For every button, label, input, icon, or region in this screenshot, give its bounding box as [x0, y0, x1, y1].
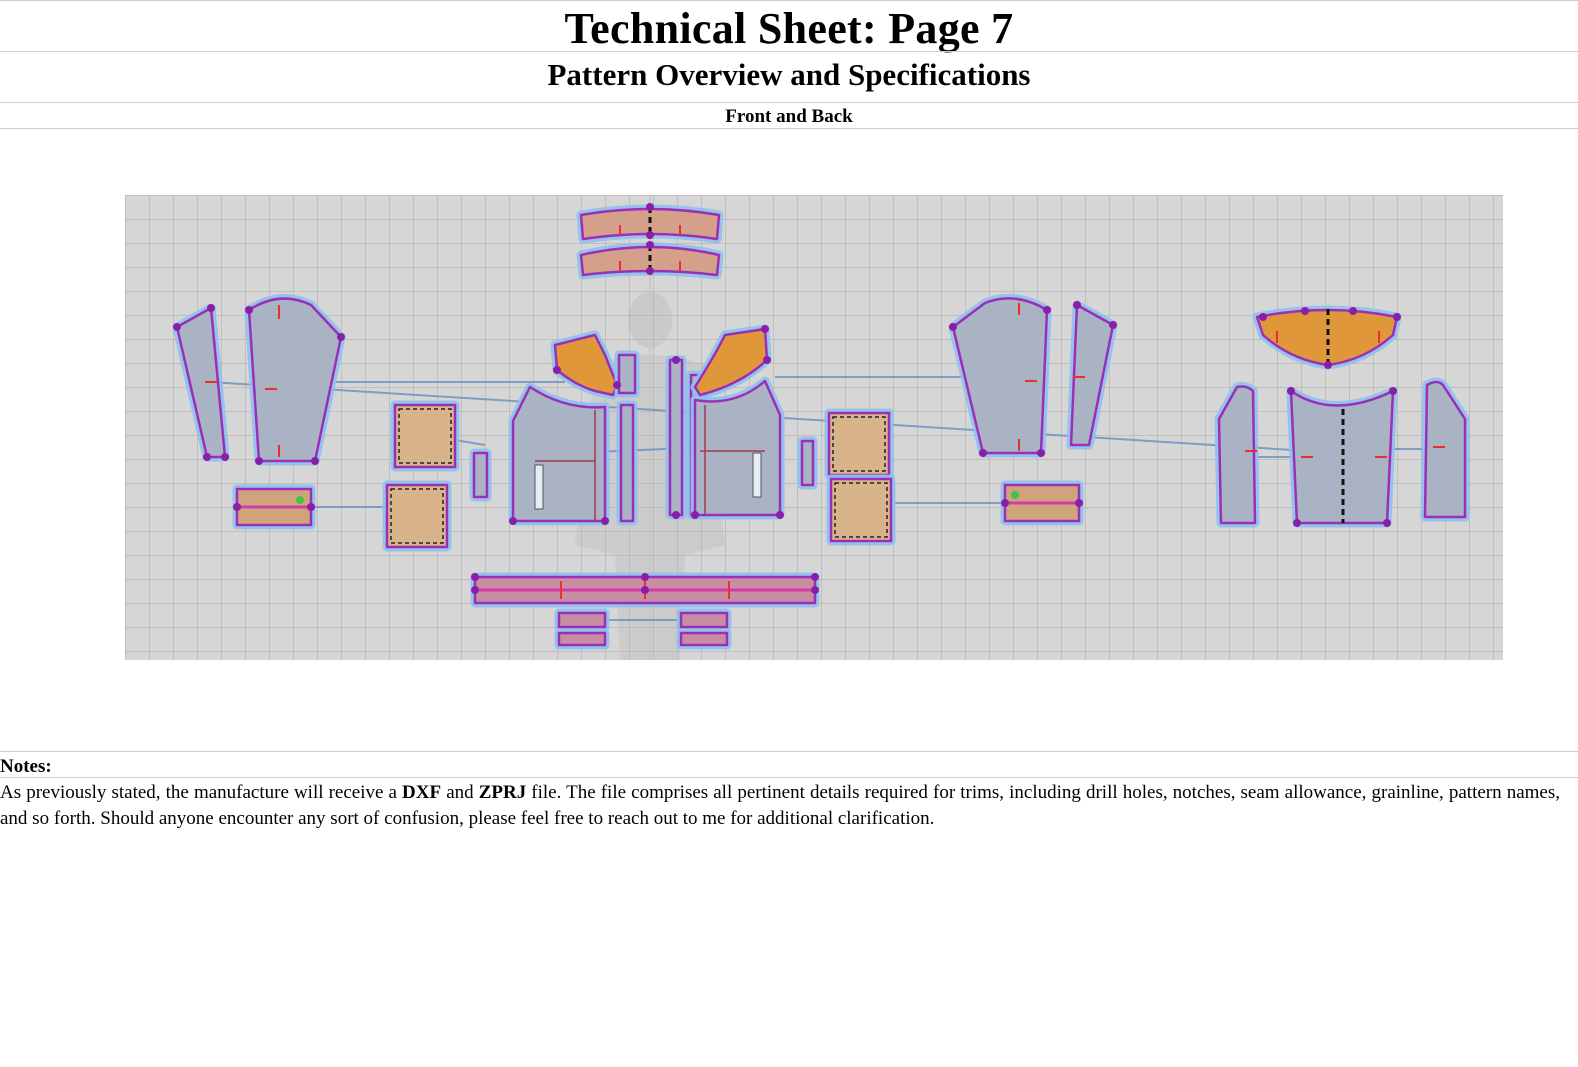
left-pocket-lower	[382, 480, 452, 552]
right-cuff	[1000, 480, 1084, 526]
left-placket	[614, 350, 640, 526]
notes-label-rule	[0, 777, 1578, 778]
right-pocket-lower	[826, 474, 896, 546]
left-sleeve-under	[172, 303, 230, 462]
vertex-points	[173, 203, 1401, 594]
notes-dxf-file: DXF	[402, 782, 442, 803]
center-strip-left	[665, 355, 687, 520]
page-title: Technical Sheet: Page 7	[564, 4, 1014, 53]
left-pocket-upper	[390, 400, 460, 472]
back-center-panel	[1286, 386, 1398, 528]
back-side-panel-left	[1214, 382, 1260, 528]
notes-label: Notes:	[0, 756, 52, 777]
page-subtitle: Pattern Overview and Specifications	[547, 57, 1031, 92]
section-heading: Front and Back	[725, 106, 853, 127]
top-rule	[0, 0, 1578, 1]
right-front-panel	[690, 376, 785, 520]
notes-paragraph: As previously stated, the manufacture wi…	[0, 780, 1560, 832]
pattern-overview-figure: .halo { fill: none; stroke: #8fc0ee; str…	[125, 195, 1503, 660]
pattern-pieces-drawing: .halo { fill: none; stroke: #8fc0ee; str…	[172, 195, 1470, 660]
notes-zprj-file: ZPRJ	[478, 782, 527, 803]
left-front-panel	[508, 382, 610, 526]
back-yoke	[1252, 305, 1402, 370]
notes-text-part-1: As previously stated, the manufacture wi…	[0, 782, 403, 803]
left-cuff	[232, 484, 316, 530]
notes-text-part-2: and	[441, 782, 479, 803]
notes-top-rule	[0, 751, 1578, 752]
right-sleeve-under	[1066, 300, 1118, 450]
left-sleeve-upper	[244, 294, 346, 466]
title-rule	[0, 51, 1578, 52]
left-tab	[469, 448, 492, 502]
subtitle-rule	[0, 102, 1578, 103]
section-rule	[0, 128, 1578, 129]
left-shoulder-yoke	[550, 330, 622, 400]
back-side-panel-right	[1420, 377, 1470, 522]
right-tab	[797, 436, 818, 490]
right-pocket-upper	[824, 408, 894, 480]
